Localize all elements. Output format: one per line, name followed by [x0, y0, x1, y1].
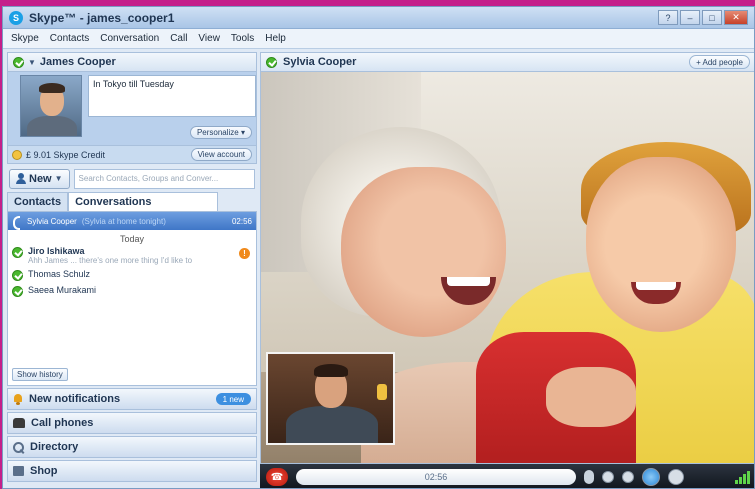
new-notifications-section[interactable]: New notifications 1 new	[7, 388, 257, 410]
active-call-time: 02:56	[231, 216, 252, 226]
bell-icon	[13, 393, 23, 405]
call-contact-name[interactable]: Sylvia Cooper	[283, 56, 356, 68]
call-controls: ☎ 02:56	[260, 464, 754, 488]
menu-help[interactable]: Help	[265, 33, 286, 44]
notifications-badge: 1 new	[215, 393, 251, 405]
menu-bar: Skype Contacts Conversation Call View To…	[3, 29, 754, 49]
call-header: Sylvia Cooper + Add people	[260, 52, 754, 72]
window-title: Skype™ - james_cooper1	[29, 10, 175, 25]
online-status-icon	[266, 56, 277, 68]
mood-message[interactable]: In Tokyo till Tuesday	[88, 75, 256, 117]
view-account-button[interactable]: View account	[190, 148, 252, 161]
show-history-button[interactable]: Show history	[12, 368, 68, 381]
list-item[interactable]: Jiro Ishikawa Ahh James ... there's one …	[8, 244, 256, 267]
search-input[interactable]	[73, 168, 255, 189]
left-pane: ▼ James Cooper In Tokyo till Tuesday Per…	[7, 52, 257, 488]
menu-call[interactable]: Call	[170, 33, 187, 44]
signal-strength-icon	[735, 470, 750, 484]
new-button[interactable]: New ▼	[9, 168, 70, 189]
menu-contacts[interactable]: Contacts	[50, 33, 89, 44]
directory-section[interactable]: Directory	[7, 436, 257, 458]
video-toggle-icon[interactable]	[622, 471, 634, 483]
personalize-button[interactable]: Personalize ▾	[189, 126, 252, 139]
help-button[interactable]: ?	[658, 10, 678, 25]
conversation-name: Thomas Schulz	[28, 269, 91, 279]
conversation-preview: Ahh James ... there's one more thing I'd…	[28, 256, 193, 265]
menu-tools[interactable]: Tools	[231, 33, 254, 44]
avatar[interactable]	[20, 75, 82, 137]
hang-up-button[interactable]: ☎	[266, 468, 288, 486]
add-people-button[interactable]: + Add people	[689, 55, 750, 69]
call-pane: Sylvia Cooper + Add people ☎ 02:56	[260, 52, 754, 488]
unread-badge: !	[239, 248, 250, 259]
online-status-icon	[12, 286, 23, 297]
tab-bar: Contacts Conversations	[7, 192, 257, 212]
chevron-down-icon[interactable]: ▼	[28, 58, 36, 67]
chevron-down-icon: ▼	[54, 174, 63, 183]
online-status-icon	[12, 270, 23, 281]
active-call-row[interactable]: Sylvia Cooper (Sylvia at home tonight) 0…	[8, 212, 256, 230]
online-status-icon	[12, 247, 23, 258]
new-search-row: New ▼	[7, 165, 257, 192]
new-notifications-label: New notifications	[29, 393, 121, 405]
call-phones-section[interactable]: Call phones	[7, 412, 257, 434]
user-name[interactable]: James Cooper	[40, 56, 116, 68]
search-icon	[13, 441, 24, 453]
settings-icon[interactable]	[668, 469, 684, 485]
self-video-preview[interactable]	[266, 352, 395, 445]
microphone-icon[interactable]	[584, 470, 594, 484]
close-button[interactable]: ✕	[724, 10, 748, 25]
menu-view[interactable]: View	[198, 33, 220, 44]
active-call-name: Sylvia Cooper	[27, 216, 77, 226]
shop-label: Shop	[30, 465, 58, 477]
tab-conversations[interactable]: Conversations	[68, 192, 219, 211]
telephone-icon	[13, 418, 25, 428]
shop-icon	[13, 466, 24, 476]
skype-credit[interactable]: £ 9.01 Skype Credit	[26, 150, 105, 160]
phone-icon	[12, 216, 22, 230]
title-bar[interactable]: S Skype™ - james_cooper1 ? – □ ✕	[3, 7, 754, 29]
user-header[interactable]: ▼ James Cooper	[7, 52, 257, 72]
skype-window: S Skype™ - james_cooper1 ? – □ ✕ Skype C…	[2, 6, 755, 489]
directory-label: Directory	[30, 441, 79, 453]
tab-contacts[interactable]: Contacts	[7, 192, 69, 211]
online-status-icon[interactable]	[13, 56, 24, 68]
active-call-mood: (Sylvia at home tonight)	[81, 216, 166, 226]
hang-up-icon: ☎	[270, 471, 284, 483]
webcam-icon[interactable]	[642, 468, 660, 486]
call-phones-label: Call phones	[31, 417, 94, 429]
today-label: Today	[119, 234, 145, 244]
conversation-list: Sylvia Cooper (Sylvia at home tonight) 0…	[7, 212, 257, 386]
conversation-name: Saeea Murakami	[28, 285, 97, 295]
coin-icon	[12, 149, 22, 160]
window-controls: ? – □ ✕	[658, 10, 748, 25]
new-button-label: New	[29, 172, 52, 185]
conversation-name: Jiro Ishikawa	[28, 246, 85, 256]
maximize-button[interactable]: □	[702, 10, 722, 25]
remote-video	[260, 72, 754, 464]
minimize-button[interactable]: –	[680, 10, 700, 25]
menu-skype[interactable]: Skype	[11, 33, 39, 44]
list-item[interactable]: Saeea Murakami	[8, 283, 256, 299]
profile-panel: In Tokyo till Tuesday Personalize ▾	[7, 72, 257, 146]
credit-bar: £ 9.01 Skype Credit View account	[7, 146, 257, 164]
skype-logo-icon: S	[9, 10, 23, 25]
volume-slider-icon[interactable]	[602, 471, 614, 483]
list-item[interactable]: Thomas Schulz	[8, 267, 256, 283]
call-timer: 02:56	[296, 469, 576, 485]
shop-section[interactable]: Shop	[7, 460, 257, 482]
menu-conversation[interactable]: Conversation	[100, 33, 159, 44]
person-icon	[16, 173, 26, 184]
